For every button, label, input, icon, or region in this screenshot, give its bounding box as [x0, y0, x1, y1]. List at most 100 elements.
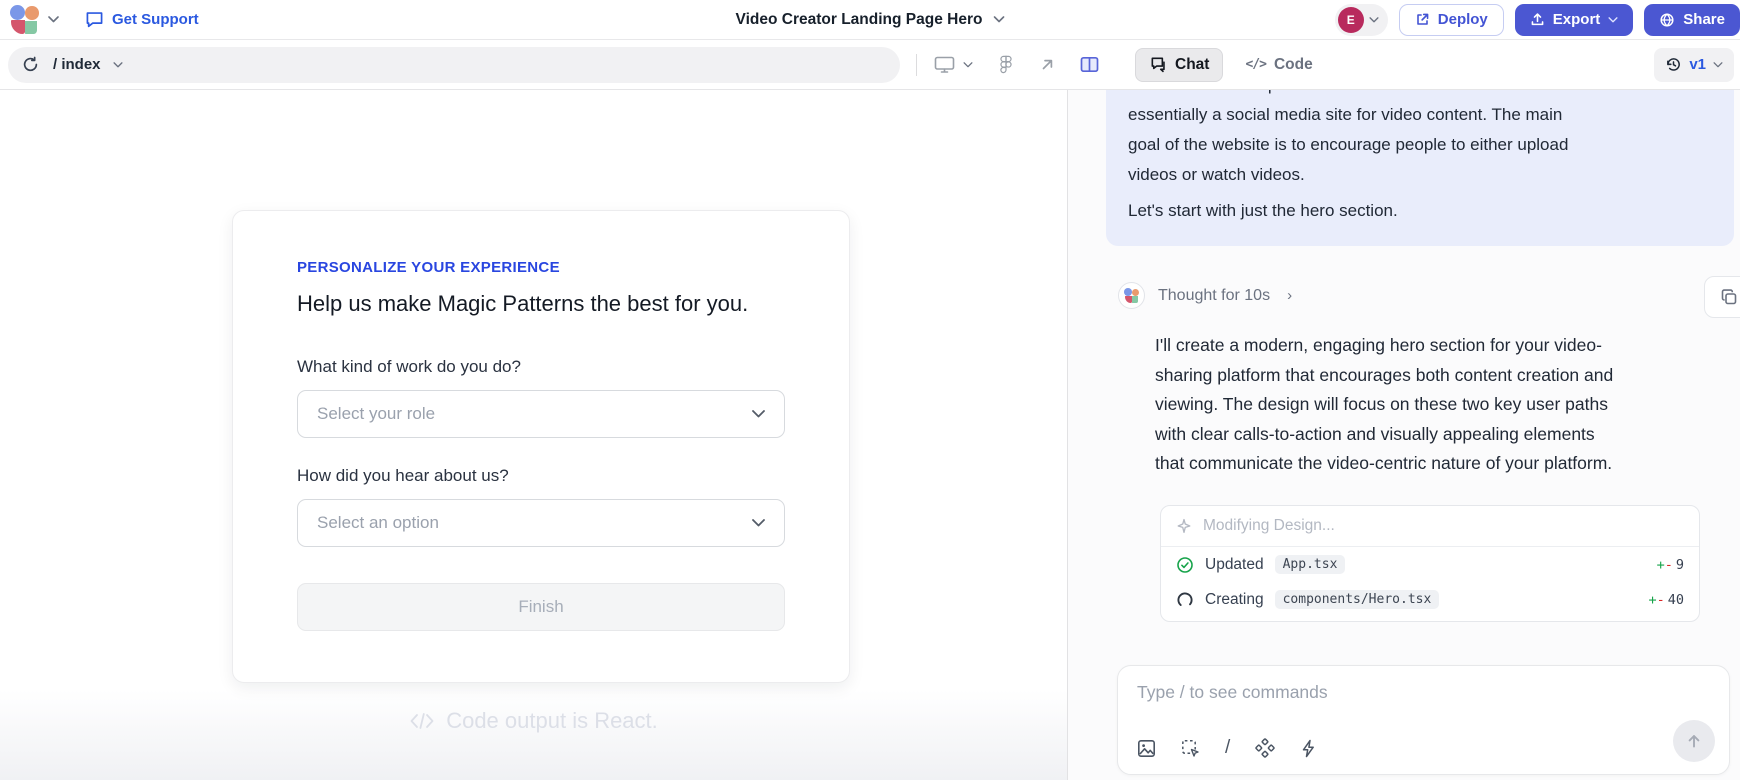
app-window: Get Support Video Creator Landing Page H…	[0, 0, 1740, 780]
get-support-link[interactable]: Get Support	[85, 11, 199, 28]
personalize-card: PERSONALIZE YOUR EXPERIENCE Help us make…	[232, 210, 850, 683]
open-in-new-icon[interactable]	[1039, 56, 1056, 73]
project-title: Video Creator Landing Page Hero	[736, 11, 983, 29]
diff-plus: +	[1648, 592, 1656, 608]
user-message-line-clipped: that lets creators upload and share thei…	[1128, 90, 1712, 100]
assistant-message: I'll create a modern, engaging hero sect…	[1155, 331, 1734, 479]
finish-button[interactable]: Finish	[297, 583, 785, 631]
deploy-button[interactable]: Deploy	[1399, 4, 1504, 36]
assistant-avatar	[1118, 282, 1145, 309]
copy-icon	[1720, 288, 1738, 306]
upload-icon	[1530, 12, 1545, 27]
role-select-chevron-down-icon	[752, 410, 765, 418]
assistant-line: I'll create a modern, engaging hero sect…	[1155, 331, 1734, 361]
thought-row[interactable]: Thought for 10s ›	[1118, 282, 1740, 309]
copy-message-button[interactable]	[1704, 276, 1740, 318]
account-menu[interactable]: E	[1335, 4, 1388, 36]
magic-patterns-logo-mini	[1124, 288, 1139, 303]
export-label: Export	[1553, 11, 1601, 28]
main-content: PERSONALIZE YOUR EXPERIENCE Help us make…	[0, 90, 1740, 780]
route-chevron-down-icon[interactable]	[113, 62, 123, 68]
build-status-title: Modifying Design...	[1203, 517, 1335, 535]
chat-tab-label: Chat	[1175, 56, 1209, 74]
code-icon	[409, 712, 435, 730]
assistant-line: sharing platform that encourages both co…	[1155, 361, 1734, 391]
device-chevron-down-icon[interactable]	[963, 62, 973, 68]
user-message-line: goal of the website is to encourage peop…	[1128, 130, 1712, 160]
select-area-icon[interactable]	[1181, 739, 1200, 758]
chat-tab-icon	[1149, 56, 1167, 73]
chat-bubble-icon	[85, 11, 104, 28]
route-bar[interactable]: / index	[8, 47, 900, 83]
history-icon	[1665, 56, 1682, 73]
question2-label: How did you hear about us?	[297, 466, 785, 486]
preview-panel: PERSONALIZE YOUR EXPERIENCE Help us make…	[0, 90, 1068, 780]
slash-command-icon[interactable]: /	[1225, 737, 1230, 759]
image-icon[interactable]	[1137, 739, 1156, 758]
export-button[interactable]: Export	[1515, 4, 1634, 36]
file-action: Updated	[1205, 556, 1264, 574]
thought-expand-chevron[interactable]: ›	[1287, 287, 1292, 304]
thought-label: Thought for 10s	[1158, 287, 1270, 305]
role-select-placeholder: Select your role	[317, 404, 435, 424]
user-message-line: Let's start with just the hero section.	[1128, 196, 1712, 226]
version-selector[interactable]: v1	[1654, 48, 1734, 82]
project-title-group[interactable]: Video Creator Landing Page Hero	[736, 11, 1005, 29]
components-icon[interactable]	[1255, 738, 1275, 758]
assistant-line: viewing. The design will focus on these …	[1155, 390, 1734, 420]
arrow-up-icon	[1685, 732, 1703, 750]
role-select[interactable]: Select your role	[297, 390, 785, 438]
file-action: Creating	[1205, 591, 1264, 609]
figma-icon[interactable]	[999, 55, 1013, 74]
tab-code[interactable]: </> Code	[1245, 56, 1312, 74]
share-label: Share	[1683, 11, 1725, 28]
diff-count: 9	[1676, 557, 1684, 573]
diff-minus: -	[1665, 557, 1673, 573]
user-message-line: essentially a social media site for vide…	[1128, 100, 1712, 130]
get-support-label: Get Support	[112, 11, 199, 28]
refresh-icon[interactable]	[22, 56, 39, 73]
sparkle-icon	[1176, 518, 1192, 534]
code-output-text: Code output is React.	[446, 708, 658, 734]
external-link-icon	[1415, 12, 1430, 27]
share-button[interactable]: Share	[1644, 4, 1740, 36]
file-name-chip: App.tsx	[1275, 555, 1346, 574]
assistant-line: with clear calls-to-action and visually …	[1155, 420, 1734, 450]
header-actions: E Deploy Export	[1335, 4, 1740, 36]
chat-input-card: /	[1117, 665, 1730, 775]
globe-icon	[1659, 12, 1675, 28]
tab-chat[interactable]: Chat	[1135, 48, 1223, 82]
chat-input[interactable]	[1137, 682, 1649, 703]
file-row-updated[interactable]: Updated App.tsx + - 9	[1161, 547, 1699, 582]
card-eyebrow: PERSONALIZE YOUR EXPERIENCE	[297, 259, 785, 276]
version-chevron-down-icon	[1713, 62, 1723, 68]
diff-counts: + - 40	[1648, 592, 1684, 608]
card-heading: Help us make Magic Patterns the best for…	[297, 291, 785, 317]
split-view-icon[interactable]	[1080, 56, 1099, 73]
file-row-creating[interactable]: Creating components/Hero.tsx + - 40	[1161, 582, 1699, 621]
code-output-note: Code output is React.	[0, 690, 1067, 780]
user-message-bubble: that lets creators upload and share thei…	[1106, 90, 1734, 246]
check-circle-icon	[1176, 556, 1194, 574]
top-header: Get Support Video Creator Landing Page H…	[0, 0, 1740, 40]
header-left: Get Support	[0, 5, 199, 34]
send-button[interactable]	[1673, 720, 1715, 762]
chat-input-tools: /	[1137, 737, 1317, 759]
question1-label: What kind of work do you do?	[297, 357, 785, 377]
device-preview-button[interactable]	[934, 55, 955, 74]
lightning-icon[interactable]	[1300, 739, 1317, 758]
title-chevron-down-icon[interactable]	[993, 16, 1004, 23]
deploy-label: Deploy	[1438, 11, 1488, 28]
toolbar-divider	[916, 54, 917, 76]
export-chevron-down-icon	[1608, 17, 1618, 23]
magic-patterns-logo[interactable]	[10, 5, 39, 34]
spinner-icon	[1176, 591, 1194, 609]
diff-plus: +	[1657, 557, 1665, 573]
workspace-chevron-down-icon[interactable]	[48, 16, 59, 23]
build-status-card: Modifying Design... Updated App.tsx + - …	[1160, 505, 1700, 622]
source-select[interactable]: Select an option	[297, 499, 785, 547]
version-label: v1	[1689, 56, 1706, 73]
diff-count: 40	[1668, 592, 1684, 608]
account-chevron-down-icon	[1369, 17, 1379, 23]
code-tab-label: Code	[1274, 56, 1313, 74]
